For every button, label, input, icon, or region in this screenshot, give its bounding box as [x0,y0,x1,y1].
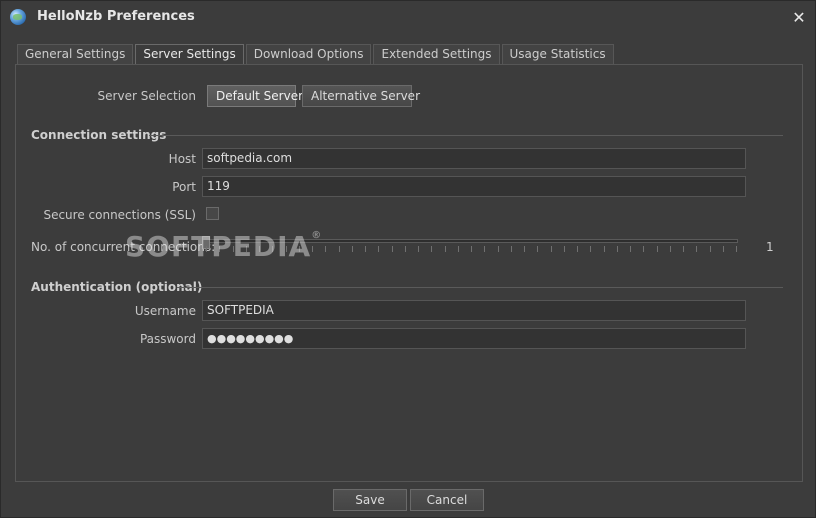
slider-tick [669,246,671,252]
slider-tick [577,246,578,252]
default-server-button[interactable]: Default Server [207,85,303,107]
connection-settings-divider [149,135,783,136]
slider-tick [497,246,499,252]
server-selection-label: Server Selection [97,89,196,103]
slider-tick [709,246,711,252]
slider-tick [378,246,380,252]
host-input[interactable]: softpedia.com [202,148,746,169]
tab-download-options[interactable]: Download Options [245,44,372,65]
authentication-divider [177,287,783,288]
tab-server-settings[interactable]: Server Settings [135,44,244,66]
concurrent-connections-value: 1 [766,240,774,254]
watermark-registered-mark: ® [311,230,323,241]
cancel-button[interactable]: Cancel [410,489,484,511]
slider-tick [365,246,366,252]
slider-tick [550,246,552,252]
slider-tick [656,246,658,252]
ssl-checkbox[interactable] [206,207,219,220]
port-label: Port [172,180,196,194]
username-input[interactable]: SOFTPEDIA [202,300,746,321]
tab-general-settings[interactable]: General Settings [17,44,134,65]
tab-bar: General Settings Server Settings Downloa… [17,44,616,66]
host-label: Host [168,152,196,166]
slider-tick [643,246,645,252]
globe-icon [10,9,26,25]
slider-tick [325,246,327,252]
slider-tick [510,246,512,252]
password-label: Password [139,332,196,346]
ssl-label: Secure connections (SSL) [43,208,196,222]
tab-usage-statistics[interactable]: Usage Statistics [501,44,614,65]
password-input[interactable]: ●●●●●●●●● [202,328,746,349]
slider-tick [338,246,340,252]
softpedia-watermark: SOFTPEDIA® [125,230,322,263]
slider-tick [418,246,419,252]
alternative-server-button[interactable]: Alternative Server [302,85,420,107]
username-label: Username [134,304,196,318]
slider-tick [616,246,618,252]
slider-tick [563,246,565,252]
slider-tick [351,246,353,252]
slider-tick [444,246,446,252]
slider-tick [471,246,472,252]
connection-settings-heading: Connection settings [31,128,167,142]
slider-tick [484,246,486,252]
slider-tick [431,246,433,252]
slider-tick [603,246,605,252]
slider-tick [683,246,684,252]
title-bar: HelloNzb Preferences ✕ [1,1,815,35]
slider-tick [722,246,724,252]
window-title: HelloNzb Preferences [37,9,195,24]
slider-tick [457,246,459,252]
server-settings-panel [15,64,803,482]
close-button[interactable]: ✕ [789,7,809,27]
port-input[interactable]: 119 [202,176,746,197]
slider-tick [537,246,539,252]
slider-tick [391,246,393,252]
slider-tick [404,246,406,252]
slider-tick [590,246,592,252]
slider-tick [736,246,737,252]
watermark-text: SOFTPEDIA [125,230,312,263]
preferences-window: HelloNzb Preferences ✕ General Settings … [0,0,816,518]
tab-extended-settings[interactable]: Extended Settings [373,44,500,65]
save-button[interactable]: Save [333,489,407,511]
slider-tick [630,246,631,252]
slider-tick [696,246,698,252]
slider-tick [524,246,525,252]
